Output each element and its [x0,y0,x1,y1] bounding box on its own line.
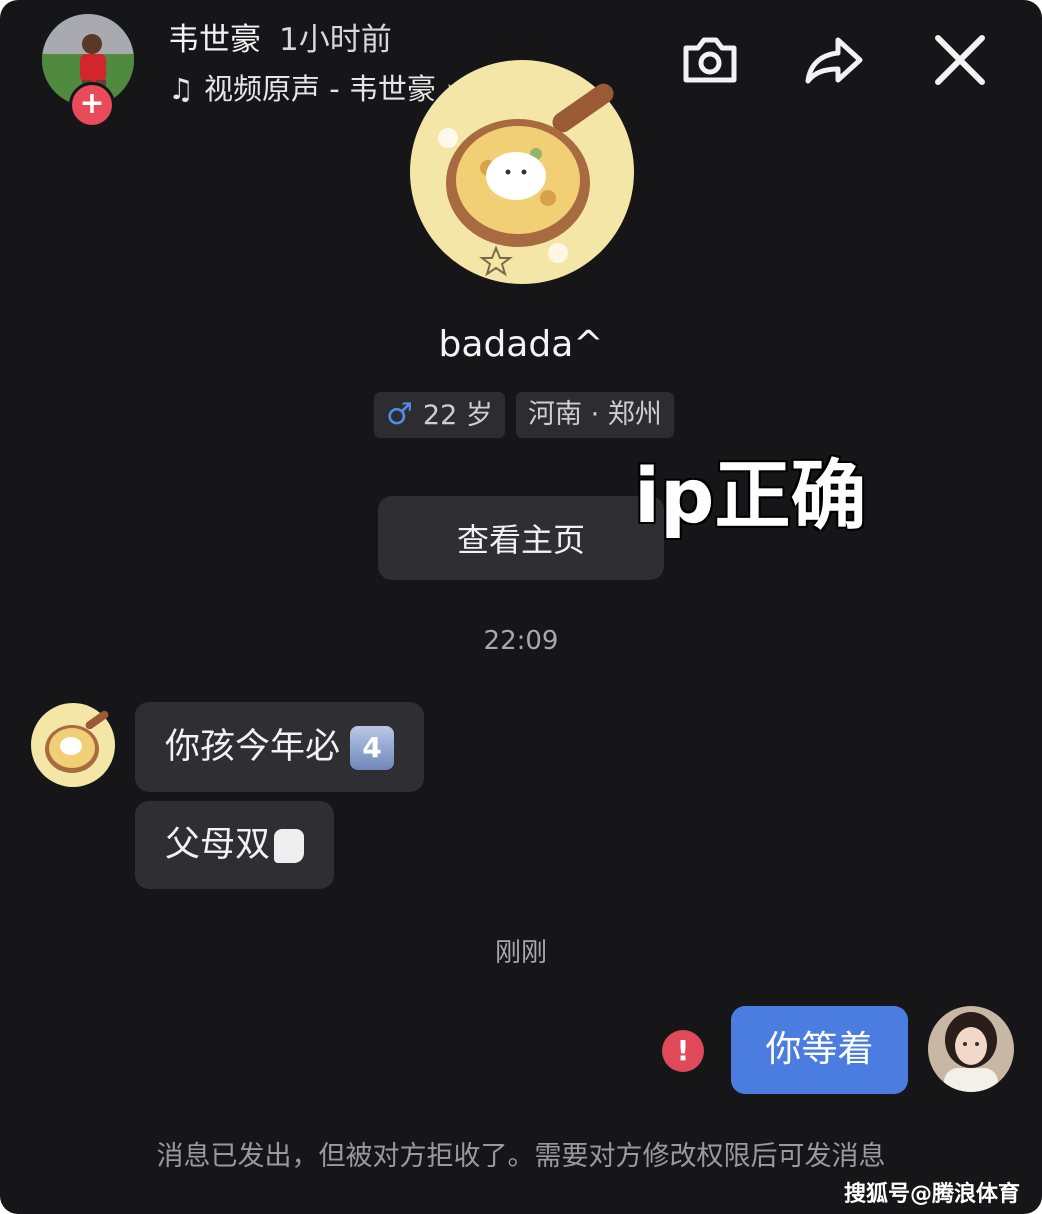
age-chip: ♂ 22 岁 [374,392,505,438]
thumbs-up-emoji-icon [274,829,305,863]
send-failed-icon[interactable]: ! [662,1030,704,1072]
author-name[interactable]: 韦世豪 [168,22,261,58]
age-text: 22 岁 [422,400,493,431]
sent-message[interactable]: 你等着 [731,1006,908,1094]
location-chip: 河南 · 郑州 [516,392,674,438]
received-message-2[interactable]: 父母双 [135,801,335,889]
sender-avatar[interactable] [30,702,116,788]
camera-icon[interactable] [678,28,742,92]
chat-timestamp-recent: 刚刚 [494,938,547,968]
share-icon[interactable] [802,28,866,92]
watermark: 搜狐号@腾浪体育 [843,1182,1020,1207]
overlay-caption: ip正确 [634,451,867,540]
received-message-1[interactable]: 你孩今年必 4 [135,702,425,792]
music-note-icon: ♫ [168,72,194,106]
post-time: 1小时前 [279,22,392,58]
chat-timestamp: 22:09 [483,626,559,656]
follow-plus-button[interactable]: + [69,82,115,128]
music-text: 视频原声 - 韦世豪 [204,72,436,106]
number-four-emoji-icon: 4 [350,726,395,770]
message-text: 父母双 [165,825,271,865]
self-avatar[interactable] [928,1006,1014,1092]
rejected-notice: 消息已发出，但被对方拒收了。需要对方修改权限后可发消息 [156,1141,886,1172]
chat-screen: + 韦世豪1小时前 ♫视频原声 - 韦世豪› [0,0,1042,1214]
author-line: 韦世豪 1小时前 [168,14,392,59]
profile-avatar[interactable] [408,58,636,286]
view-homepage-button[interactable]: 查看主页 [378,496,664,580]
male-gender-icon: ♂ [386,397,413,432]
close-icon[interactable] [928,28,992,92]
location-text: 河南 · 郑州 [528,399,662,430]
author-avatar[interactable]: + [42,14,138,128]
message-text: 你孩今年必 [165,727,341,767]
profile-name: badada^ [438,324,604,365]
